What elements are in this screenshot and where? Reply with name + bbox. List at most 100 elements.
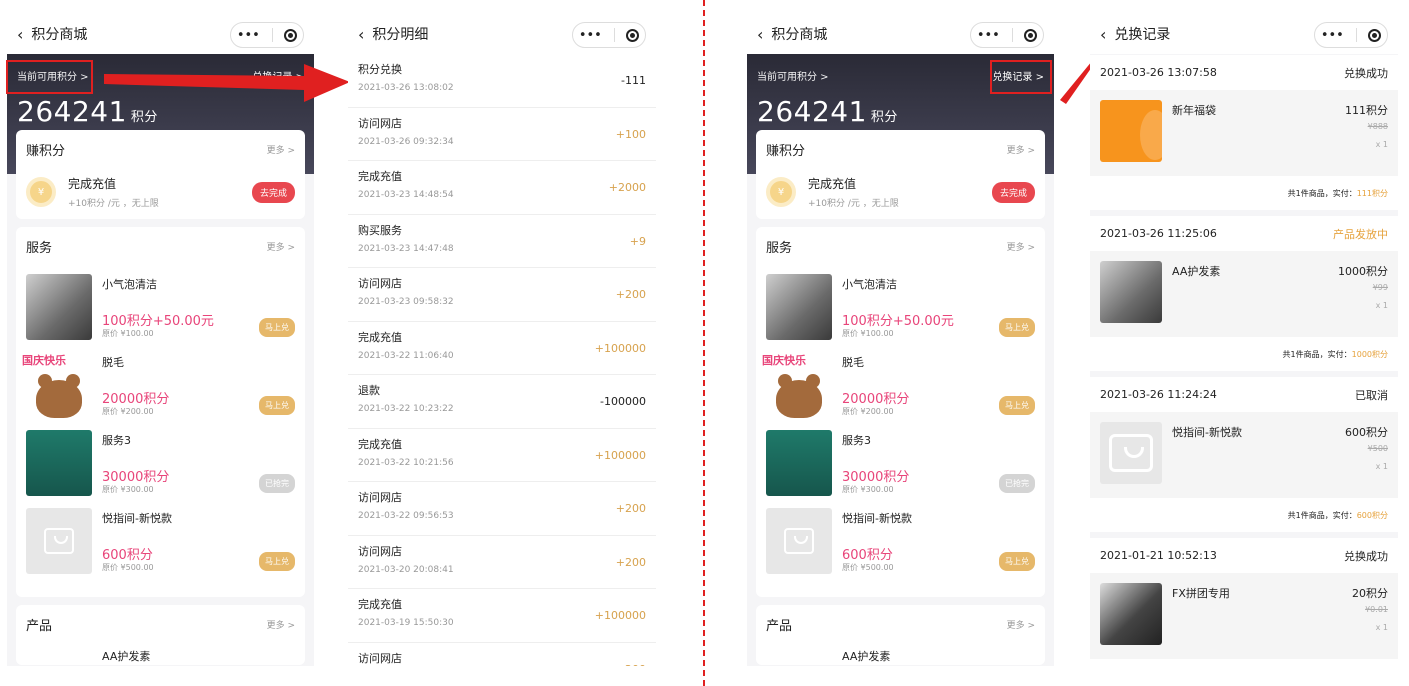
service-orig-price: 原价 ¥100.00 (102, 329, 154, 338)
capsule-menu[interactable]: ••• (230, 22, 304, 48)
service-photo (766, 430, 832, 496)
points-detail-row: 完成充值 2021-03-22 10:21:56 +100000 (348, 429, 656, 482)
go-complete-button[interactable]: 去完成 (251, 181, 295, 203)
back-icon[interactable]: ‹ (358, 25, 364, 44)
product-points: 111积分 (1345, 104, 1388, 117)
navbar: ‹ 积分商城 ••• (7, 14, 314, 54)
close-target-icon[interactable] (626, 28, 640, 42)
products-more-link[interactable]: 更多 > (267, 618, 295, 631)
product-qty: x 1 (1375, 140, 1388, 149)
service-orig-price: 原价 ¥500.00 (842, 563, 894, 572)
detail-date: 2021-03-26 13:08:02 (358, 83, 454, 93)
record-summary: 共1件商品，实付： 600积分 (1090, 498, 1398, 532)
services-more-link[interactable]: 更多 > (1007, 240, 1035, 253)
highlight-box (6, 60, 93, 94)
capsule-menu[interactable]: ••• (970, 22, 1044, 48)
service-item[interactable]: 国庆快乐 脱毛 20000积分 原价 ¥200.00 马上兑 (22, 352, 295, 418)
task-desc: +10积分 /元 ，无上限 (808, 199, 899, 209)
divider-line (703, 0, 705, 686)
services-title: 服务 (26, 241, 53, 256)
service-item[interactable]: 服务3 30000积分 原价 ¥300.00 已抢完 (766, 430, 1035, 496)
back-icon[interactable]: ‹ (1100, 25, 1106, 44)
back-icon[interactable]: ‹ (757, 25, 763, 44)
exchange-record[interactable]: 2021-03-26 13:07:58 兑换成功 新年福袋 111积分 ¥888 x 1 共… (1090, 55, 1398, 210)
products-title: 产品 (26, 619, 53, 634)
record-item[interactable]: AA护发素 1000积分 ¥99 x 1 (1090, 251, 1398, 337)
detail-date: 2021-03-22 09:56:53 (358, 511, 454, 521)
services-more-link[interactable]: 更多 > (267, 240, 295, 253)
service-item[interactable]: 悦指间-新悦款 600积分 原价 ¥500.00 马上兑 (26, 508, 295, 574)
service-item[interactable]: 悦指间-新悦款 600积分 原价 ¥500.00 马上兑 (766, 508, 1035, 574)
redeem-button[interactable]: 马上兑 (999, 552, 1035, 571)
redeem-button[interactable]: 马上兑 (999, 318, 1035, 337)
record-item[interactable]: 悦指间-新悦款 600积分 ¥500 x 1 (1090, 412, 1398, 498)
service-item[interactable]: 小气泡清洁 100积分+50.00元 原价 ¥100.00 马上兑 (766, 274, 1035, 340)
close-target-icon[interactable] (1024, 28, 1038, 42)
service-item[interactable]: 服务3 30000积分 原价 ¥300.00 已抢完 (26, 430, 295, 496)
page-title: 积分商城 (31, 27, 88, 43)
service-photo: 国庆快乐 (22, 352, 92, 418)
redeem-button[interactable]: 马上兑 (999, 396, 1035, 415)
coin-icon: ¥ (766, 177, 796, 207)
product-thumbnail (1100, 100, 1162, 162)
earn-card: 赚积分 更多 > ¥ 完成充值 +10积分 /元 ，无上限 去完成 (16, 130, 305, 219)
product-orig-price: ¥0.01 (1365, 605, 1388, 614)
task-recharge: ¥ 完成充值 +10积分 /元 ，无上限 去完成 (766, 175, 1035, 209)
capsule-menu[interactable]: ••• (572, 22, 646, 48)
more-dots-icon[interactable]: ••• (977, 28, 1000, 43)
detail-value: +100000 (594, 341, 646, 355)
product-name[interactable]: AA护发素 (102, 648, 295, 664)
service-item[interactable]: 国庆快乐 脱毛 20000积分 原价 ¥200.00 马上兑 (762, 352, 1035, 418)
redeem-button[interactable]: 马上兑 (259, 552, 295, 571)
record-header: 2021-03-26 11:24:24 已取消 (1090, 377, 1398, 412)
record-status: 产品发放中 (1333, 227, 1388, 241)
record-header: 2021-03-26 11:25:06 产品发放中 (1090, 216, 1398, 251)
exchange-record[interactable]: 2021-03-26 11:25:06 产品发放中 AA护发素 1000积分 ¥99 x … (1090, 216, 1398, 371)
arrow-annotation (104, 64, 350, 102)
product-qty: x 1 (1375, 301, 1388, 310)
product-thumbnail (1100, 422, 1162, 484)
exchange-record[interactable]: 2021-03-26 11:24:24 已取消 悦指间-新悦款 600积分 ¥500 x … (1090, 377, 1398, 532)
back-icon[interactable]: ‹ (17, 25, 23, 44)
points-detail-list: 积分兑换 2021-03-26 13:08:02 -111 访问网店 2021-03-2… (348, 54, 656, 666)
close-target-icon[interactable] (1368, 28, 1382, 42)
points-detail-row: 完成充值 2021-03-19 15:50:30 +100000 (348, 589, 656, 643)
navbar: ‹ 积分明细 ••• (348, 14, 656, 54)
close-target-icon[interactable] (284, 28, 298, 42)
more-dots-icon[interactable]: ••• (579, 28, 602, 43)
more-dots-icon[interactable]: ••• (1321, 28, 1344, 43)
product-name: AA护发素 (1172, 265, 1221, 278)
summary-text: 共1件商品，实付： (1287, 510, 1357, 520)
service-price: 30000积分 (102, 470, 170, 485)
service-orig-price: 原价 ¥300.00 (842, 485, 894, 494)
service-photo (26, 274, 92, 340)
more-dots-icon[interactable]: ••• (237, 28, 260, 43)
earn-more-link[interactable]: 更多 > (267, 143, 295, 156)
go-complete-button[interactable]: 去完成 (991, 181, 1035, 203)
service-orig-price: 原价 ¥100.00 (842, 329, 894, 338)
record-item[interactable]: 新年福袋 111积分 ¥888 x 1 (1090, 90, 1398, 176)
exchange-record-list: 2021-03-26 13:07:58 兑换成功 新年福袋 111积分 ¥888 x 1共… (1090, 55, 1398, 666)
redeem-button[interactable]: 马上兑 (259, 396, 295, 415)
product-qty: x 1 (1375, 462, 1388, 471)
page-title: 兑换记录 (1114, 27, 1171, 43)
record-date: 2021-01-21 10:52:13 (1100, 549, 1217, 562)
product-name[interactable]: AA护发素 (842, 648, 1035, 664)
service-item[interactable]: 小气泡清洁 100积分+50.00元 原价 ¥100.00 马上兑 (26, 274, 295, 340)
detail-value: +200 (615, 555, 646, 569)
product-qty: x 1 (1375, 623, 1388, 632)
redeem-button[interactable]: 马上兑 (259, 318, 295, 337)
earn-more-link[interactable]: 更多 > (1007, 143, 1035, 156)
detail-name: 访问网店 (358, 277, 402, 290)
products-more-link[interactable]: 更多 > (1007, 618, 1035, 631)
detail-value: +200 (615, 502, 646, 515)
points-detail-row: 访问网店 +200 (348, 643, 656, 667)
summary-text: 共1件商品，实付： (1287, 188, 1357, 198)
capsule-menu[interactable]: ••• (1314, 22, 1388, 48)
exchange-record[interactable]: 2021-01-21 10:52:13 兑换成功 FX拼团专用 20积分 ¥0.01 x … (1090, 538, 1398, 666)
record-item[interactable]: FX拼团专用 20积分 ¥0.01 x 1 (1090, 573, 1398, 659)
paid-amount: 600积分 (1356, 510, 1388, 520)
product-thumbnail (1100, 583, 1162, 645)
record-date: 2021-03-26 11:24:24 (1100, 388, 1217, 401)
task-name: 完成充值 (68, 177, 117, 191)
